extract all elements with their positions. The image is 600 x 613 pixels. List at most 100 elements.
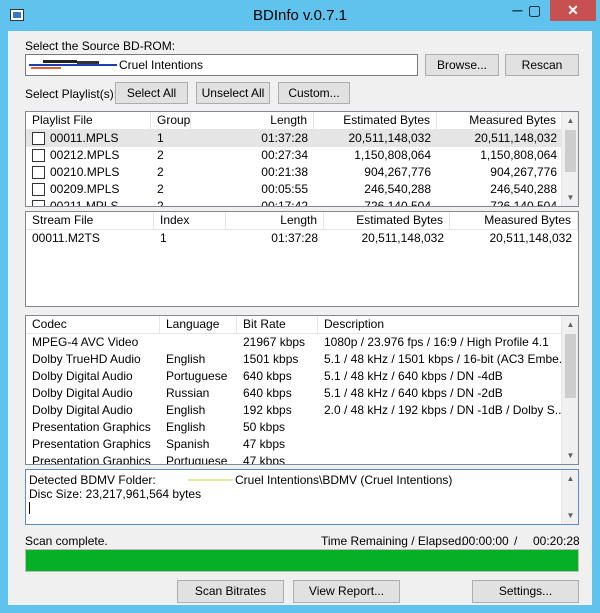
playlist-row[interactable]: 00212.MPLS 2 00:27:34 1,150,808,064 1,15… <box>26 147 578 164</box>
codec-description <box>318 419 563 436</box>
chevron-up-icon[interactable]: ▲ <box>562 470 578 487</box>
codec-header: Codec Language Bit Rate Description <box>26 316 578 334</box>
stream-row[interactable]: 00011.M2TS 1 01:37:28 20,511,148,032 20,… <box>26 230 578 247</box>
codec-row[interactable]: Dolby Digital Audio Russian 640 kbps 5.1… <box>26 385 578 402</box>
settings-button[interactable]: Settings... <box>472 580 579 603</box>
chevron-up-icon[interactable]: ▲ <box>562 316 578 333</box>
view-report-button[interactable]: View Report... <box>293 580 400 603</box>
col-codec[interactable]: Codec <box>26 316 160 334</box>
custom-button[interactable]: Custom... <box>278 82 350 104</box>
time-elapsed: 00:20:28 <box>533 534 580 548</box>
col-index[interactable]: Index <box>154 212 226 230</box>
playlist-scrollbar[interactable]: ▲ ▼ <box>561 112 578 206</box>
redacted-path-graphic <box>29 59 117 71</box>
codec-name: Presentation Graphics <box>32 420 151 434</box>
codec-row[interactable]: Presentation Graphics Portuguese 47 kbps <box>26 453 578 465</box>
playlist-row[interactable]: 00210.MPLS 2 00:21:38 904,267,776 904,26… <box>26 164 578 181</box>
col-playlist-file[interactable]: Playlist File <box>26 112 151 130</box>
codec-row[interactable]: Dolby TrueHD Audio English 1501 kbps 5.1… <box>26 351 578 368</box>
title-bar[interactable]: BDInfo v.0.7.1 ─ ▢ ✕ <box>0 0 600 31</box>
playlist-row[interactable]: 00011.MPLS 1 01:37:28 20,511,148,032 20,… <box>26 130 578 147</box>
log-scrollbar[interactable]: ▲ ▼ <box>561 470 578 524</box>
rescan-button[interactable]: Rescan <box>505 54 579 76</box>
codec-row[interactable]: Presentation Graphics Spanish 47 kbps <box>26 436 578 453</box>
codec-name: Dolby Digital Audio <box>32 403 133 417</box>
log-line-folder-label: Detected BDMV Folder: <box>29 473 156 487</box>
codec-scrollbar[interactable]: ▲ ▼ <box>561 316 578 464</box>
playlist-row[interactable]: 00211.MPLS 2 00:17:42 726,140,504 726,14… <box>26 198 578 207</box>
source-label: Select the Source BD-ROM: <box>25 39 176 53</box>
col-estimated-bytes[interactable]: Estimated Bytes <box>324 212 450 230</box>
text-caret <box>29 502 30 514</box>
codec-scroll-thumb[interactable] <box>565 334 576 398</box>
col-length[interactable]: Length <box>226 212 324 230</box>
browse-button[interactable]: Browse... <box>425 54 499 76</box>
col-group[interactable]: Group <box>151 112 191 130</box>
chevron-up-icon[interactable]: ▲ <box>562 112 578 129</box>
playlist-measured: 904,267,776 <box>490 165 557 179</box>
stream-list[interactable]: Stream File Index Length Estimated Bytes… <box>25 211 579 307</box>
select-all-button[interactable]: Select All <box>115 82 188 104</box>
playlist-estimated: 904,267,776 <box>364 165 431 179</box>
codec-language: English <box>166 352 206 366</box>
playlist-estimated: 20,511,148,032 <box>348 131 431 145</box>
log-line-disc-size: Disc Size: 23,217,961,564 bytes <box>29 487 202 501</box>
col-estimated-bytes[interactable]: Estimated Bytes <box>314 112 437 130</box>
log-line-folder-value: Cruel Intentions\BDMV (Cruel Intentions) <box>235 473 453 487</box>
codec-language: English <box>166 403 206 417</box>
playlist-scroll-thumb[interactable] <box>565 130 576 172</box>
playlist-length: 00:21:38 <box>261 165 308 179</box>
playlist-row[interactable]: 00209.MPLS 2 00:05:55 246,540,288 246,54… <box>26 181 578 198</box>
stream-header: Stream File Index Length Estimated Bytes… <box>26 212 578 230</box>
scan-bitrates-button[interactable]: Scan Bitrates <box>177 580 284 603</box>
codec-name: Dolby Digital Audio <box>32 369 133 383</box>
codec-row[interactable]: Dolby Digital Audio Portuguese 640 kbps … <box>26 368 578 385</box>
main-form: Select the Source BD-ROM: Cruel Intentio… <box>8 31 592 605</box>
redacted-path-graphic <box>188 479 233 481</box>
col-length[interactable]: Length <box>191 112 314 130</box>
codec-bitrate: 1501 kbps <box>243 352 299 366</box>
source-path-text: Cruel Intentions <box>119 58 204 72</box>
codec-language: Spanish <box>166 437 210 451</box>
log-textbox[interactable]: Detected BDMV Folder: Cruel Intentions\B… <box>25 469 579 525</box>
codec-name: Presentation Graphics <box>32 454 151 465</box>
codec-row[interactable]: Presentation Graphics English 50 kbps <box>26 419 578 436</box>
codec-language <box>160 334 237 351</box>
playlist-header: Playlist File Group Length Estimated Byt… <box>26 112 578 130</box>
playlist-estimated: 1,150,808,064 <box>354 148 431 162</box>
col-measured-bytes[interactable]: Measured Bytes <box>437 112 563 130</box>
codec-description <box>318 453 563 464</box>
codec-name: MPEG-4 AVC Video <box>32 335 139 349</box>
playlist-select-label: Select Playlist(s): <box>25 87 118 101</box>
chevron-down-icon[interactable]: ▼ <box>562 189 578 206</box>
codec-name: Dolby Digital Audio <box>32 386 133 400</box>
codec-row[interactable]: MPEG-4 AVC Video 21967 kbps 1080p / 23.9… <box>26 334 578 351</box>
playlist-group: 1 <box>157 131 164 145</box>
playlist-group: 2 <box>157 148 164 162</box>
col-stream-file[interactable]: Stream File <box>26 212 154 230</box>
stream-index: 1 <box>160 231 167 245</box>
col-bit-rate[interactable]: Bit Rate <box>237 316 318 334</box>
codec-description: 2.0 / 48 kHz / 192 kbps / DN -1dB / Dolb… <box>324 403 563 417</box>
codec-row[interactable]: Dolby Digital Audio English 192 kbps 2.0… <box>26 402 578 419</box>
close-button[interactable]: ✕ <box>550 0 596 21</box>
playlist-length: 00:27:34 <box>261 148 308 162</box>
playlist-group: 2 <box>157 199 164 207</box>
col-description[interactable]: Description <box>318 316 563 334</box>
status-text: Scan complete. <box>25 534 108 548</box>
playlist-measured: 246,540,288 <box>490 182 557 196</box>
playlist-length: 01:37:28 <box>261 131 308 145</box>
chevron-down-icon[interactable]: ▼ <box>562 447 578 464</box>
col-language[interactable]: Language <box>160 316 237 334</box>
codec-list[interactable]: Codec Language Bit Rate Description MPEG… <box>25 315 579 465</box>
source-path-input[interactable]: Cruel Intentions <box>25 54 418 76</box>
codec-language: Portuguese <box>166 454 228 465</box>
playlist-file: 00210.MPLS <box>50 165 120 179</box>
codec-bitrate: 47 kbps <box>243 454 286 465</box>
unselect-all-button[interactable]: Unselect All <box>196 82 270 104</box>
maximize-button[interactable]: ▢ <box>521 0 548 21</box>
codec-bitrate: 47 kbps <box>243 437 286 451</box>
col-measured-bytes[interactable]: Measured Bytes <box>450 212 578 230</box>
playlist-list[interactable]: Playlist File Group Length Estimated Byt… <box>25 111 579 207</box>
chevron-down-icon[interactable]: ▼ <box>562 507 578 524</box>
